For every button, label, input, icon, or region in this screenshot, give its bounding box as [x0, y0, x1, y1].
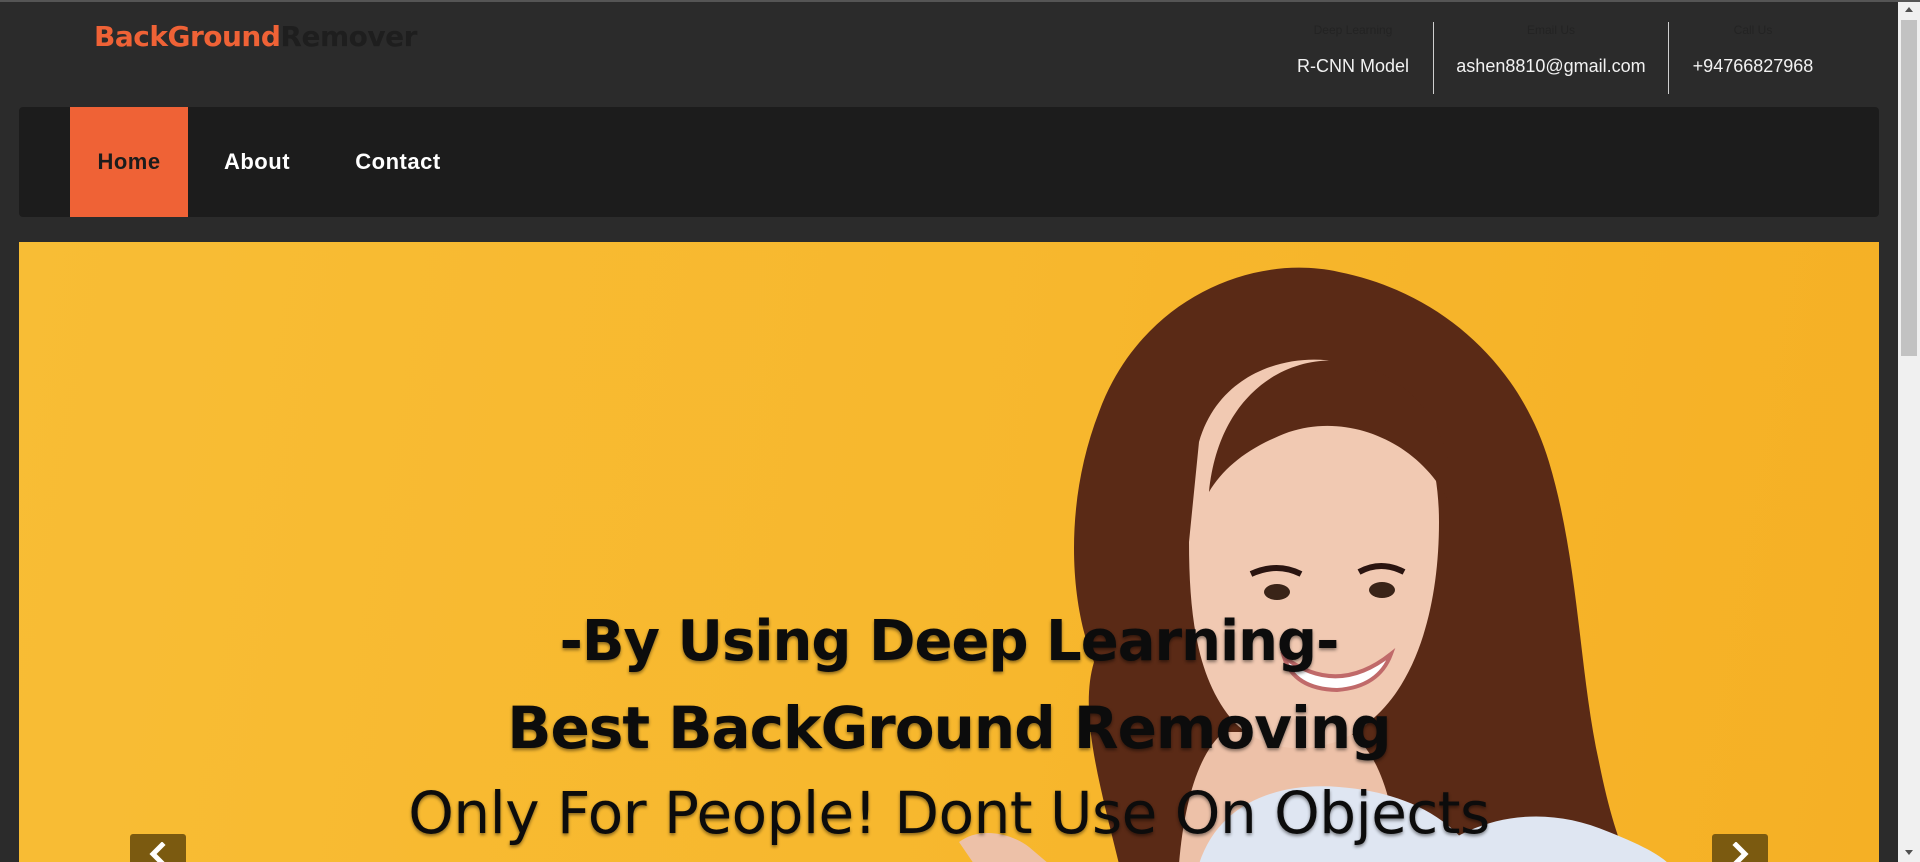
- brand-logo[interactable]: BackGroundRemover: [94, 20, 417, 53]
- nav-contact[interactable]: Contact: [325, 107, 471, 217]
- chevron-right-icon: [1732, 842, 1749, 862]
- scrollbar[interactable]: [1898, 2, 1920, 862]
- hero-line-2: Best BackGround Removing: [507, 694, 1391, 762]
- info-email-value[interactable]: ashen8810@gmail.com: [1434, 56, 1668, 77]
- hero-carousel: -By Using Deep Learning- Best BackGround…: [19, 242, 1879, 862]
- top-header: BackGroundRemover Deep Learning R-CNN Mo…: [0, 2, 1898, 106]
- info-phone-value[interactable]: +94766827968: [1668, 56, 1838, 77]
- hero-line-1: -By Using Deep Learning-: [559, 609, 1340, 674]
- info-model-value: R-CNN Model: [1296, 56, 1410, 76]
- info-model: Deep Learning R-CNN Model: [1280, 22, 1426, 94]
- info-email: Email Us ashen8810@gmail.com: [1434, 22, 1668, 94]
- carousel-next-button[interactable]: [1712, 834, 1768, 862]
- scrollbar-thumb[interactable]: [1901, 20, 1917, 356]
- triangle-down-icon[interactable]: [1903, 848, 1915, 858]
- info-phone-caption: Call Us: [1733, 23, 1773, 37]
- carousel-prev-button[interactable]: [130, 834, 186, 862]
- triangle-up-icon[interactable]: [1903, 4, 1915, 14]
- chevron-left-icon: [149, 842, 166, 862]
- brand-part-1: BackGround: [94, 20, 281, 53]
- hero-person-image: [959, 267, 1667, 862]
- hero-line-3: Only For People! Dont Use On Objects: [408, 779, 1490, 847]
- nav-about[interactable]: About: [202, 107, 312, 217]
- info-model-caption: Deep Learning: [1313, 23, 1393, 37]
- info-email-caption: Email Us: [1526, 23, 1575, 37]
- brand-part-2: Remover: [280, 20, 417, 53]
- info-phone: Call Us +94766827968: [1668, 22, 1838, 94]
- main-nav: Home About Contact: [19, 107, 1879, 217]
- nav-home[interactable]: Home: [70, 107, 188, 217]
